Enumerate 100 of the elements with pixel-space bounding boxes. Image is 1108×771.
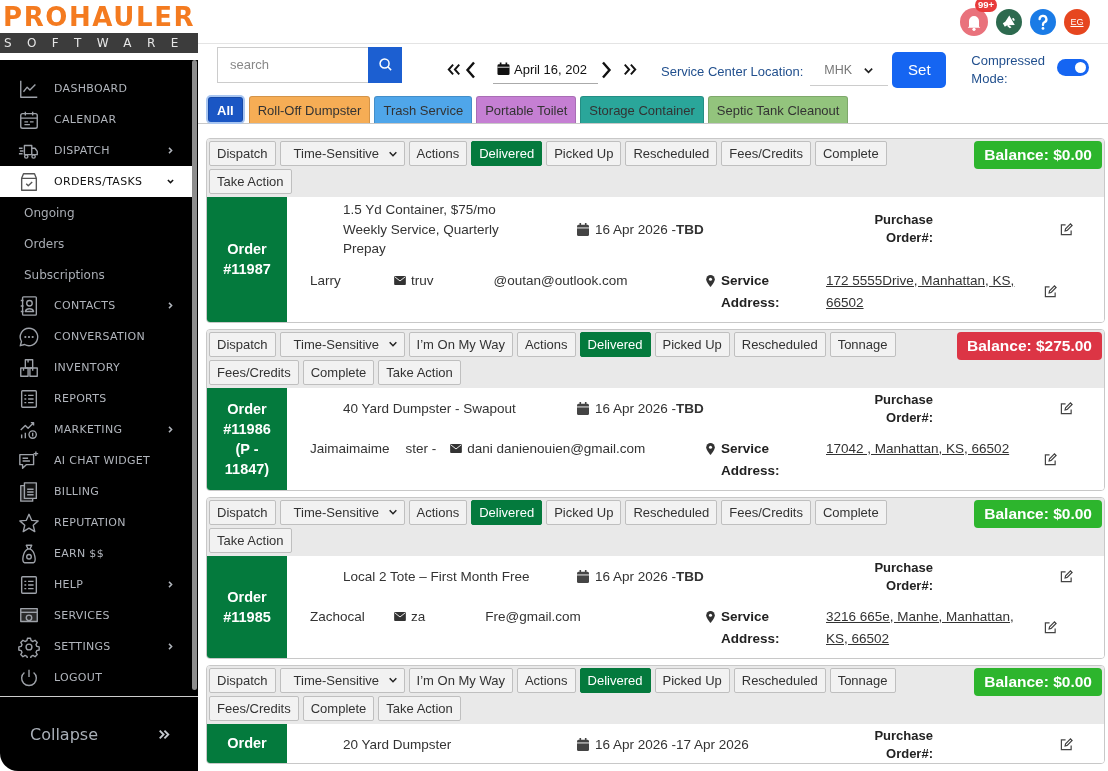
action-button[interactable]: Picked Up — [546, 141, 622, 166]
filter-tab[interactable]: Storage Container — [580, 96, 704, 123]
edit-icon[interactable] — [1060, 222, 1073, 236]
order-number[interactable]: Order — [207, 723, 287, 763]
action-button[interactable]: Take Action — [209, 527, 292, 553]
search-button[interactable] — [368, 46, 402, 83]
edit-icon[interactable] — [1044, 621, 1057, 634]
action-button[interactable]: Fees/Credits — [721, 499, 811, 525]
action-button[interactable]: Rescheduled — [625, 141, 718, 166]
action-button[interactable]: Picked Up — [654, 331, 730, 357]
nav-subitem[interactable]: Orders — [0, 228, 192, 259]
double-chevron-left-icon[interactable] — [447, 63, 461, 76]
service-address[interactable]: 17042 , Manhattan, KS, 66502 — [826, 437, 1026, 460]
compressed-mode-toggle[interactable] — [1057, 59, 1090, 76]
action-button[interactable]: Dispatch — [209, 667, 276, 693]
nav-item[interactable]: EARN $$ — [0, 538, 192, 569]
nav-item[interactable]: SERVICES — [0, 600, 192, 631]
nav-item[interactable]: AI CHAT WIDGET — [0, 445, 192, 476]
status-select[interactable]: Time-Sensitive — [279, 499, 405, 525]
action-button[interactable]: Rescheduled — [733, 667, 826, 693]
action-button[interactable]: Complete — [302, 359, 375, 385]
edit-icon[interactable] — [1044, 285, 1057, 298]
chevron-right-icon[interactable] — [166, 580, 175, 589]
order-number[interactable]: Order #11987 — [207, 197, 287, 322]
nav-item[interactable]: INVENTORY — [0, 352, 192, 383]
nav-item[interactable]: CONTACTS — [0, 290, 192, 321]
chevron-right-icon[interactable] — [601, 60, 612, 79]
service-address[interactable]: 3216 665e, Manhe, Manhattan, KS, 66502 — [826, 605, 1026, 650]
collapse-button[interactable]: Collapse — [30, 724, 170, 744]
action-button[interactable]: Actions — [516, 331, 576, 357]
filter-tab[interactable]: Septic Tank Cleanout — [707, 96, 849, 123]
edit-icon[interactable] — [1060, 738, 1073, 751]
action-button[interactable]: Complete — [815, 499, 887, 525]
action-button[interactable]: Fees/Credits — [209, 359, 299, 385]
action-button[interactable]: Fees/Credits — [721, 141, 811, 166]
action-button[interactable]: Delivered — [471, 499, 543, 525]
nav-item[interactable]: CONVERSATION — [0, 321, 192, 352]
nav-item[interactable]: BILLING — [0, 476, 192, 507]
nav-item[interactable]: CALENDAR — [0, 104, 192, 135]
action-button[interactable]: Dispatch — [209, 499, 276, 525]
action-button[interactable]: Delivered — [471, 141, 543, 166]
action-button[interactable]: I’m On My Way — [408, 667, 513, 693]
nav-subitem[interactable]: Subscriptions — [0, 259, 192, 290]
status-select[interactable]: Time-Sensitive — [279, 141, 405, 166]
search-field[interactable]: search — [217, 46, 368, 83]
date-field[interactable]: April 16, 202 — [493, 55, 598, 84]
order-number[interactable]: Order #11985 — [207, 555, 287, 658]
action-button[interactable]: Tonnage — [829, 667, 896, 693]
action-button[interactable]: Rescheduled — [733, 331, 826, 357]
action-button[interactable]: Take Action — [378, 695, 461, 721]
action-button[interactable]: I’m On My Way — [408, 331, 513, 357]
nav-item[interactable]: ORDERS/TASKS — [0, 166, 192, 197]
status-select[interactable]: Time-Sensitive — [279, 667, 405, 693]
action-button[interactable]: Actions — [516, 667, 576, 693]
nav-item[interactable]: SETTINGS — [0, 631, 192, 662]
user-avatar[interactable]: EG — [1064, 8, 1090, 35]
edit-icon[interactable] — [1060, 570, 1073, 583]
nav-item[interactable]: MARKETING — [0, 414, 192, 445]
action-button[interactable]: Take Action — [378, 359, 461, 385]
chevron-right-icon[interactable] — [166, 425, 175, 434]
nav-subitem[interactable]: Ongoing — [0, 197, 192, 228]
action-button[interactable]: Actions — [408, 499, 468, 525]
service-address[interactable]: 172 5555Drive, Manhattan, KS, 66502 — [826, 269, 1026, 314]
help-icon[interactable] — [1030, 8, 1056, 35]
bell-icon[interactable] — [960, 7, 988, 36]
action-button[interactable]: Tonnage — [829, 331, 896, 357]
action-button[interactable]: Delivered — [579, 667, 651, 693]
action-button[interactable]: Take Action — [209, 169, 292, 194]
nav-item[interactable]: LOGOUT — [0, 662, 192, 693]
action-button[interactable]: Fees/Credits — [209, 695, 299, 721]
set-button[interactable]: Set — [892, 51, 947, 88]
edit-icon[interactable] — [1060, 402, 1073, 415]
action-button[interactable]: Picked Up — [546, 499, 622, 525]
nav-item[interactable]: DISPATCH — [0, 135, 192, 166]
megaphone-icon[interactable] — [996, 8, 1022, 35]
action-button[interactable]: Complete — [302, 695, 375, 721]
status-select[interactable]: Time-Sensitive — [279, 331, 405, 357]
chevron-right-icon[interactable] — [166, 642, 175, 651]
filter-tab[interactable]: Trash Service — [374, 96, 473, 123]
action-button[interactable]: Picked Up — [654, 667, 730, 693]
filter-tab[interactable]: Portable Toilet — [476, 96, 577, 123]
location-select[interactable]: MHK — [810, 55, 889, 86]
filter-tab[interactable]: All — [208, 97, 243, 122]
nav-item[interactable]: HELP — [0, 569, 192, 600]
scrollbar[interactable] — [192, 60, 197, 690]
action-button[interactable]: Delivered — [579, 331, 651, 357]
action-button[interactable]: Rescheduled — [625, 499, 718, 525]
action-button[interactable]: Complete — [815, 141, 887, 166]
chevron-down-icon[interactable] — [166, 177, 175, 186]
double-chevron-right-icon[interactable] — [623, 63, 637, 76]
chevron-left-icon[interactable] — [465, 60, 476, 79]
edit-icon[interactable] — [1044, 453, 1057, 466]
action-button[interactable]: Dispatch — [209, 331, 276, 357]
action-button[interactable]: Dispatch — [209, 141, 276, 166]
chevron-right-icon[interactable] — [166, 146, 175, 155]
nav-item[interactable]: REPUTATION — [0, 507, 192, 538]
nav-item[interactable]: REPORTS — [0, 383, 192, 414]
action-button[interactable]: Actions — [408, 141, 468, 166]
filter-tab[interactable]: Roll-Off Dumpster — [248, 96, 371, 123]
nav-item[interactable]: DASHBOARD — [0, 73, 192, 104]
